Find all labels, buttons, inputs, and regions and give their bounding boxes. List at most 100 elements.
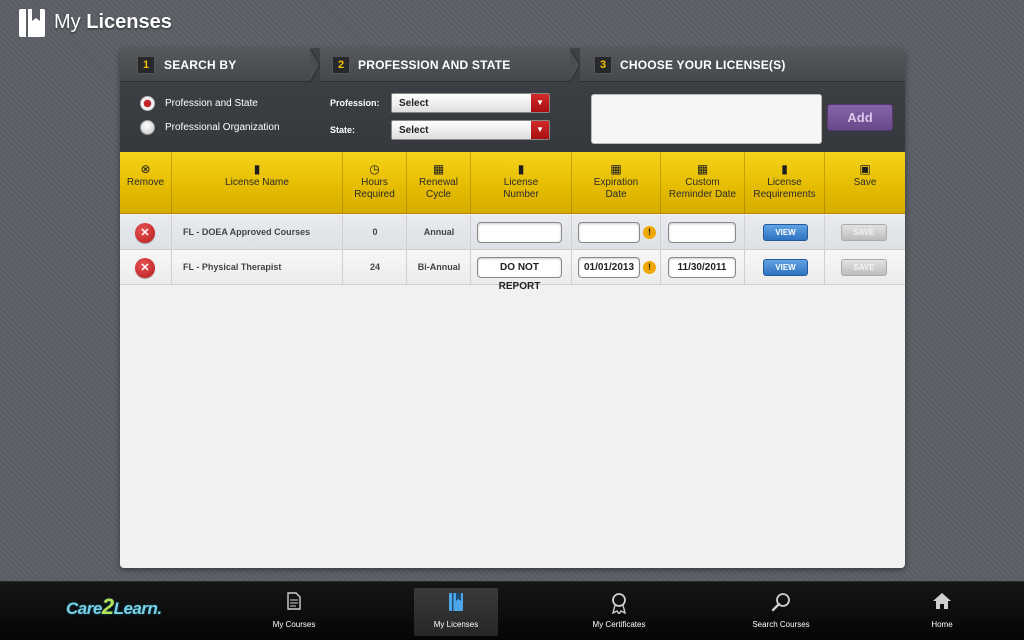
document-icon (252, 592, 336, 616)
add-button[interactable]: Add (827, 104, 893, 131)
requirements-cell: VIEW (745, 215, 825, 250)
column-renewal-cycle-label: Renewal Cycle (419, 177, 458, 200)
bookmark-icon: ▮ (517, 162, 525, 176)
expiration-date-input[interactable]: 01/01/2013 (578, 257, 640, 278)
table-row: ✕ FL - Physical Therapist 24 Bi-Annual D… (120, 250, 905, 292)
column-custom-reminder-date: ▦ Custom Reminder Date (661, 152, 745, 214)
save-cell: SAVE (825, 250, 905, 285)
clock-icon: ◷ (369, 162, 380, 176)
step-1-header: 1 SEARCH BY (120, 48, 312, 82)
nav-home[interactable]: Home (900, 588, 984, 636)
state-select[interactable]: Select ▼ (391, 120, 550, 140)
page-title: My Licenses (54, 11, 172, 34)
reminder-date-input[interactable] (668, 222, 736, 243)
care2learn-logo[interactable]: Care2Learn. (66, 594, 162, 620)
save-button[interactable]: SAVE (841, 259, 887, 276)
step-2-number: 2 (332, 56, 350, 74)
license-name-cell: FL - DOEA Approved Courses (172, 215, 343, 250)
expiration-date-input[interactable] (578, 222, 640, 243)
nav-my-licenses-label: My Licenses (433, 620, 479, 629)
radio-profession-and-state[interactable] (140, 96, 155, 111)
home-icon (900, 592, 984, 616)
renewal-cycle: Bi-Annual (417, 262, 461, 272)
license-number-input[interactable] (477, 222, 562, 243)
license-name: FL - DOEA Approved Courses (183, 227, 311, 237)
app-header: My Licenses (0, 0, 1024, 44)
nav-search-courses-label: Search Courses (752, 620, 810, 629)
license-number-input[interactable]: DO NOT REPORT (477, 257, 562, 292)
column-license-name-label: License Name (225, 177, 289, 188)
expiration-cell: 01/01/2013 ! (572, 250, 661, 285)
renewal-cycle: Annual (423, 227, 455, 237)
nav-my-certificates-label: My Certificates (592, 620, 646, 629)
license-book-icon (19, 9, 45, 37)
step-3-header: 3 CHOOSE YOUR LICENSE(S) (580, 48, 905, 82)
column-save: ▣ Save (825, 152, 905, 214)
step-3-label: CHOOSE YOUR LICENSE(S) (620, 58, 786, 72)
save-button[interactable]: SAVE (841, 224, 887, 241)
license-name-cell: FL - Physical Therapist (172, 250, 343, 285)
step-1-label: SEARCH BY (164, 58, 237, 72)
column-renewal-cycle: ▦ Renewal Cycle (407, 152, 471, 214)
column-save-label: Save (853, 177, 877, 188)
warning-icon: ! (643, 226, 656, 239)
column-license-number-label: License Number (503, 177, 539, 200)
cycle-cell: Annual (407, 215, 471, 250)
column-license-number: ▮ License Number (471, 152, 572, 214)
view-requirements-button[interactable]: VIEW (763, 259, 808, 276)
profession-select[interactable]: Select ▼ (391, 93, 550, 113)
step-3-number: 3 (594, 56, 612, 74)
view-requirements-button[interactable]: VIEW (763, 224, 808, 241)
bottom-nav: Care2Learn. My Courses My Licenses My Ce… (0, 581, 1024, 640)
step-1-number: 1 (137, 56, 155, 74)
profession-select-value: Select (399, 98, 429, 109)
table-row: ✕ FL - DOEA Approved Courses 0 Annual ! … (120, 215, 905, 250)
brand-part-3: Learn (113, 599, 158, 618)
licenses-panel: 1 SEARCH BY 2 PROFESSION AND STATE 3 CHO… (120, 48, 905, 568)
expiration-cell: ! (572, 215, 661, 250)
remove-row-button[interactable]: ✕ (135, 258, 155, 278)
page-title-main: Licenses (86, 11, 172, 33)
nav-my-licenses[interactable]: My Licenses (414, 588, 498, 636)
nav-home-label: Home (931, 620, 953, 629)
license-number-cell (471, 215, 572, 250)
warning-icon: ! (643, 261, 656, 274)
radio-professional-organization[interactable] (140, 120, 155, 135)
remove-icon: ⊗ (140, 162, 151, 176)
remove-row-button[interactable]: ✕ (135, 223, 155, 243)
brand-part-1: Care (66, 599, 102, 618)
column-remove-label: Remove (126, 177, 165, 188)
calendar-icon: ▦ (696, 162, 709, 176)
hours-cell: 24 (343, 250, 407, 285)
page-title-prefix: My (54, 11, 81, 33)
radio-professional-organization-label: Professional Organization (165, 122, 280, 133)
radio-profession-and-state-label: Profession and State (165, 98, 258, 109)
nav-my-courses[interactable]: My Courses (252, 588, 336, 636)
floppy-disk-icon: ▣ (859, 162, 871, 176)
license-choice-list[interactable] (591, 94, 822, 144)
license-name: FL - Physical Therapist (183, 262, 282, 272)
column-remove: ⊗ Remove (120, 152, 172, 214)
brand-mark: . (157, 599, 162, 618)
nav-search-courses[interactable]: Search Courses (739, 588, 823, 636)
step-2-label: PROFESSION AND STATE (358, 58, 511, 72)
reminder-date-input[interactable]: 11/30/2011 (668, 257, 736, 278)
dropdown-arrow-icon: ▼ (531, 94, 549, 112)
brand-part-2: 2 (101, 594, 114, 619)
reminder-cell (661, 215, 745, 250)
column-license-name: ▮ License Name (172, 152, 343, 214)
column-hours-required: ◷ Hours Required (343, 152, 407, 214)
licenses-table-header: ⊗ Remove ▮ License Name ◷ Hours Required… (120, 152, 905, 214)
bookmark-icon: ▮ (781, 162, 788, 176)
license-wizard: 1 SEARCH BY 2 PROFESSION AND STATE 3 CHO… (120, 48, 905, 152)
hours-required: 0 (372, 227, 378, 237)
remove-cell: ✕ (120, 250, 172, 285)
state-select-value: Select (399, 125, 429, 136)
column-expiration-date: ▦ Expiration Date (572, 152, 661, 214)
license-book-icon (414, 592, 498, 616)
calendar-icon: ▦ (432, 162, 445, 176)
dropdown-arrow-icon: ▼ (531, 121, 549, 139)
profession-label: Profession: (330, 98, 380, 108)
nav-my-certificates[interactable]: My Certificates (577, 588, 661, 636)
remove-cell: ✕ (120, 215, 172, 250)
